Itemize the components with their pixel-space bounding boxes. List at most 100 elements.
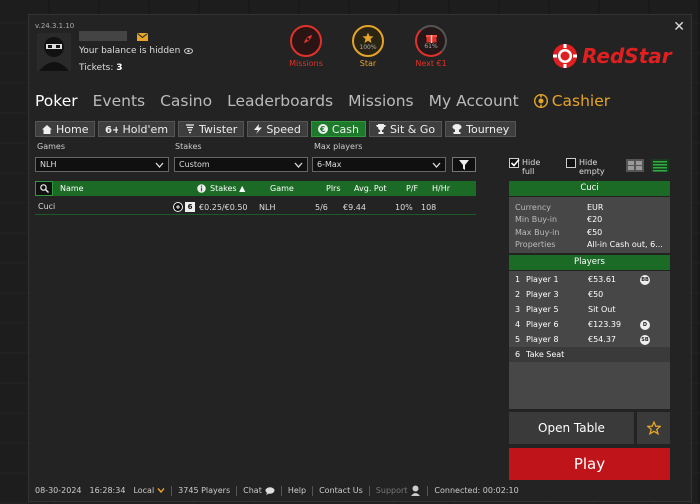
player-stack: €123.39 (588, 320, 622, 329)
col-avg-pot-header[interactable]: Avg. Pot (354, 184, 406, 193)
divider (236, 485, 238, 496)
seat-number: 5 (515, 335, 521, 344)
hide-empty-option[interactable]: Hide empty (566, 158, 609, 176)
missions-button[interactable]: Missions (288, 25, 324, 68)
divider (312, 485, 314, 496)
seat-number: 2 (515, 290, 521, 299)
col-name-header[interactable]: Name (53, 184, 210, 193)
star-outline-icon (646, 421, 661, 435)
eye-icon[interactable] (184, 48, 194, 54)
nav-events[interactable]: Events (93, 92, 145, 110)
open-table-button[interactable]: Open Table (509, 412, 634, 444)
chevron-down-icon (157, 488, 165, 493)
chat-label: Chat (243, 486, 262, 495)
stakes-label: Stakes (175, 142, 202, 151)
col-hhr-header[interactable]: H/Hr (432, 184, 462, 193)
avatar[interactable] (37, 33, 71, 71)
list-view-icon[interactable] (651, 159, 669, 172)
player-name: Player 5 (526, 305, 559, 314)
col-pf-header[interactable]: P/F (406, 184, 432, 193)
cashout-icon (173, 202, 183, 212)
games-select[interactable]: NLH (35, 157, 169, 172)
tab-home[interactable]: Home (35, 121, 96, 137)
play-button[interactable]: Play (509, 448, 670, 480)
games-value: NLH (40, 160, 57, 169)
col-name-label: Name (60, 184, 84, 193)
tab-tourney[interactable]: Tourney (445, 121, 517, 137)
small-blind-badge: SB (640, 334, 650, 345)
hide-empty-checkbox[interactable] (566, 158, 576, 168)
twister-icon (186, 124, 195, 134)
nav-my-account[interactable]: My Account (429, 92, 519, 110)
take-seat-label: Take Seat (526, 350, 565, 359)
star-label: Star (359, 59, 377, 68)
detail-title: Cuci (509, 181, 670, 196)
player-stack: Sit Out (588, 305, 616, 314)
favorite-button[interactable] (637, 412, 670, 444)
hide-full-option[interactable]: Hide full (509, 158, 548, 176)
chevron-down-icon (432, 162, 441, 168)
gift-icon (425, 34, 437, 43)
balance-row: Your balance is hidden (79, 46, 194, 56)
help-link[interactable]: Help (288, 486, 306, 495)
close-icon[interactable]: ✕ (673, 19, 685, 35)
cashier-chip-icon (533, 94, 548, 108)
hide-full-checkbox[interactable] (509, 158, 520, 168)
next-reward-button[interactable]: 61% Next €1 (413, 25, 449, 68)
player-name: Player 3 (526, 290, 559, 299)
take-seat-row[interactable]: 6 Take Seat (509, 347, 670, 362)
player-row[interactable]: 5 Player 8 €54.37 SB (509, 332, 670, 347)
nav-poker[interactable]: Poker (35, 92, 78, 110)
contact-link[interactable]: Contact Us (319, 486, 363, 495)
tab-twister[interactable]: Twister (178, 121, 245, 137)
nav-leaderboards[interactable]: Leaderboards (227, 92, 333, 110)
stakes-select[interactable]: Custom (174, 157, 308, 172)
player-name: Player 6 (526, 320, 559, 329)
username-mask (79, 31, 127, 41)
player-row[interactable]: 3 Player 5 Sit Out (509, 302, 670, 317)
support-button[interactable]: Support (376, 485, 422, 496)
tab-speed-label: Speed (266, 122, 301, 136)
player-row[interactable]: 4 Player 6 €123.39 D (509, 317, 670, 332)
mail-icon[interactable] (137, 33, 148, 41)
nav-missions[interactable]: Missions (348, 92, 414, 110)
nav-casino[interactable]: Casino (160, 92, 212, 110)
col-game-header[interactable]: Game (270, 184, 326, 193)
tab-speed[interactable]: Speed (247, 121, 308, 137)
col-stakes-header[interactable]: Stakes ▲ (210, 184, 270, 193)
tab-holdem[interactable]: 6+ Hold'em (98, 121, 176, 137)
star-button[interactable]: 100% Star (350, 25, 386, 68)
player-row[interactable]: 2 Player 3 €50 (509, 287, 670, 302)
filter-button[interactable] (452, 157, 476, 172)
info-icon[interactable] (197, 184, 206, 193)
divider (171, 485, 173, 496)
chat-button[interactable]: Chat (243, 486, 275, 495)
nav-cashier[interactable]: Cashier (533, 92, 610, 110)
max-players-value: 6-Max (317, 160, 342, 169)
currency-key: Currency (515, 202, 552, 212)
timezone-select[interactable]: Local (133, 486, 165, 495)
row-pf: 10% (395, 202, 413, 212)
min-buyin-key: Min Buy-in (515, 215, 558, 225)
table-row[interactable]: Cuci 6 €0.25/€0.50 NLH 5/6 €9.44 10% 108 (35, 200, 476, 215)
grid-view-icon[interactable] (626, 159, 644, 172)
table-search-button[interactable] (35, 181, 53, 196)
hide-empty-label: Hide empty (579, 158, 605, 176)
tab-sit-and-go[interactable]: Sit & Go (368, 121, 443, 137)
tab-cash[interactable]: € Cash (310, 121, 366, 137)
row-stakes: €0.25/€0.50 (199, 202, 248, 212)
col-plrs-header[interactable]: Plrs (326, 184, 354, 193)
player-row[interactable]: 1 Player 1 €53.61 BB (509, 272, 670, 287)
redstar-logo: RedStar (552, 43, 672, 69)
player-stack: €54.37 (588, 335, 616, 344)
chevron-down-icon (155, 162, 164, 168)
min-buyin-value: €20 (587, 215, 603, 225)
players-list: 1 Player 1 €53.61 BB 2 Player 3 €50 3 Pl… (509, 271, 670, 409)
max-players-select[interactable]: 6-Max (312, 157, 446, 172)
star-progress: 100% (359, 43, 377, 51)
chat-icon (265, 486, 275, 495)
status-date: 08-30-2024 (35, 486, 82, 495)
stakes-value: Custom (179, 160, 210, 169)
lightning-icon (254, 124, 263, 134)
cup-icon (452, 124, 462, 134)
